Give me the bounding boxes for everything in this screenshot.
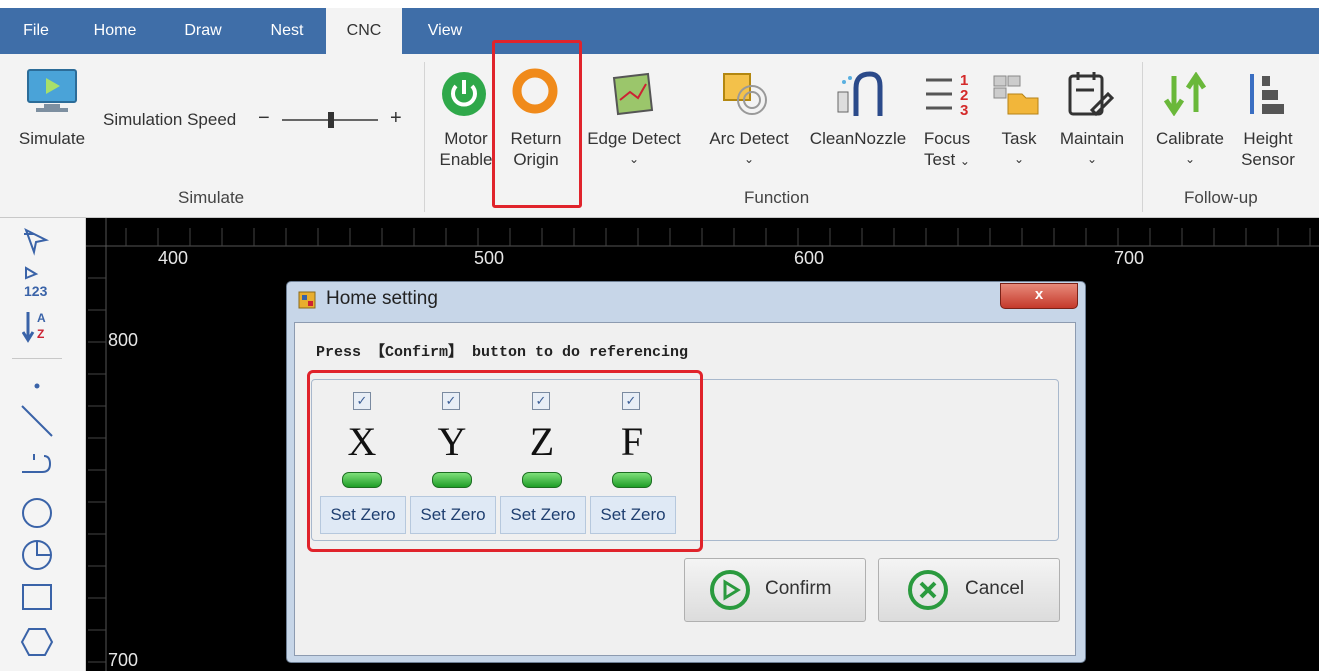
ruler-y-label: 800 [108,330,139,350]
motor-enable-line1: Motor [444,129,488,148]
tab-draw[interactable]: Draw [168,8,238,54]
clean-nozzle-icon[interactable] [830,68,884,123]
calibrate-label: Calibrate [1155,129,1225,148]
arc-detect-label: Arc Detect [709,129,789,148]
focus-test-line2: Test [924,150,956,169]
maintain-label: Maintain [1059,129,1125,148]
maintain-icon[interactable] [1066,70,1115,123]
chevron-down-icon: ⌄ [743,152,755,166]
motor-enable-line2: Enable [439,150,493,169]
speed-slider[interactable] [280,110,380,135]
focus-test-line1: Focus [923,129,971,148]
arc-detect-icon[interactable] [720,70,772,123]
tab-file[interactable]: File [16,8,56,54]
simulate-icon[interactable] [24,68,80,123]
ruler-x-label: 500 [474,248,505,268]
return-origin-highlight [492,40,582,208]
line-tool-icon[interactable] [20,404,54,443]
app-icon [298,291,316,314]
cancel-circle-icon [908,570,948,610]
cancel-label: Cancel [965,578,1025,599]
dialog-instruction: Press 【Confirm】 button to do referencing [316,344,689,361]
chevron-down-icon: ⌄ [1013,152,1025,166]
polygon-tool-icon[interactable] [20,626,54,663]
edge-detect-label: Edge Detect [587,129,681,148]
focus-icon-num-3: 3 [960,102,968,118]
dialog-close-button[interactable]: x [1000,283,1078,309]
tab-cnc[interactable]: CNC [326,8,402,54]
ruler-y-label: 700 [108,650,139,670]
focus-test-icon[interactable]: 1 2 3 [922,70,974,123]
toolbar-divider [12,358,62,359]
ruler-x-label: 400 [158,248,189,268]
task-button[interactable]: Task ⌄ [990,128,1048,170]
simulation-speed-label: Simulation Speed [103,110,237,129]
circle-tool-icon[interactable] [20,496,54,535]
simulate-button[interactable]: Simulate [12,128,92,149]
ribbon-separator [1142,62,1143,212]
height-sensor-line2: Sensor [1241,150,1295,169]
maintain-button[interactable]: Maintain ⌄ [1054,128,1130,170]
calibrate-button[interactable]: Calibrate ⌄ [1152,128,1228,170]
chevron-down-icon: ⌄ [959,154,970,168]
ribbon-separator [424,62,425,212]
play-circle-icon [710,570,750,610]
polyline-tool-icon[interactable] [20,450,54,485]
cancel-button[interactable]: Cancel [878,558,1060,622]
focus-test-button[interactable]: Focus Test ⌄ [916,128,978,172]
clean-nozzle-button[interactable]: CleanNozzle [806,128,910,149]
task-icon[interactable] [992,72,1040,121]
sort-icon-a: A [37,311,46,325]
group-label-function: Function [744,188,810,207]
rectangle-tool-icon[interactable] [20,582,54,617]
ruler-x-label: 700 [1114,248,1145,268]
height-sensor-icon[interactable] [1244,70,1288,123]
sort-icon[interactable]: AZ [21,308,52,349]
axes-highlight [307,370,703,552]
speed-decrease-button[interactable]: − [258,108,270,129]
edge-detect-icon[interactable] [608,70,656,123]
point-tool-icon[interactable] [34,376,40,394]
confirm-label: Confirm [765,578,832,599]
height-sensor-button[interactable]: Height Sensor [1234,128,1302,170]
dialog-title: Home setting [326,288,438,309]
height-sensor-line1: Height [1243,129,1293,148]
sort-icon-z: Z [37,327,44,341]
task-label: Task [1001,129,1037,148]
calibrate-icon[interactable] [1162,71,1210,121]
tab-view[interactable]: View [410,8,480,54]
power-icon[interactable] [440,70,488,123]
group-label-simulate: Simulate [178,188,245,207]
arc-detect-button[interactable]: Arc Detect ⌄ [700,128,798,170]
numbering-icon[interactable]: 123 [22,266,62,307]
arc-tool-icon[interactable] [20,538,54,577]
chevron-down-icon: ⌄ [1184,152,1196,166]
motor-enable-button[interactable]: Motor Enable [434,128,498,170]
confirm-button[interactable]: Confirm [684,558,866,622]
speed-increase-button[interactable]: + [390,108,402,129]
tab-home[interactable]: Home [80,8,150,54]
ruler-x-label: 600 [794,248,825,268]
chevron-down-icon: ⌄ [628,152,640,166]
select-arrow-icon[interactable] [22,226,52,261]
edge-detect-button[interactable]: Edge Detect ⌄ [578,128,690,170]
tab-nest[interactable]: Nest [252,8,322,54]
numbering-icon-label: 123 [24,283,48,299]
chevron-down-icon: ⌄ [1086,152,1098,166]
group-label-follow-up: Follow-up [1184,188,1258,207]
